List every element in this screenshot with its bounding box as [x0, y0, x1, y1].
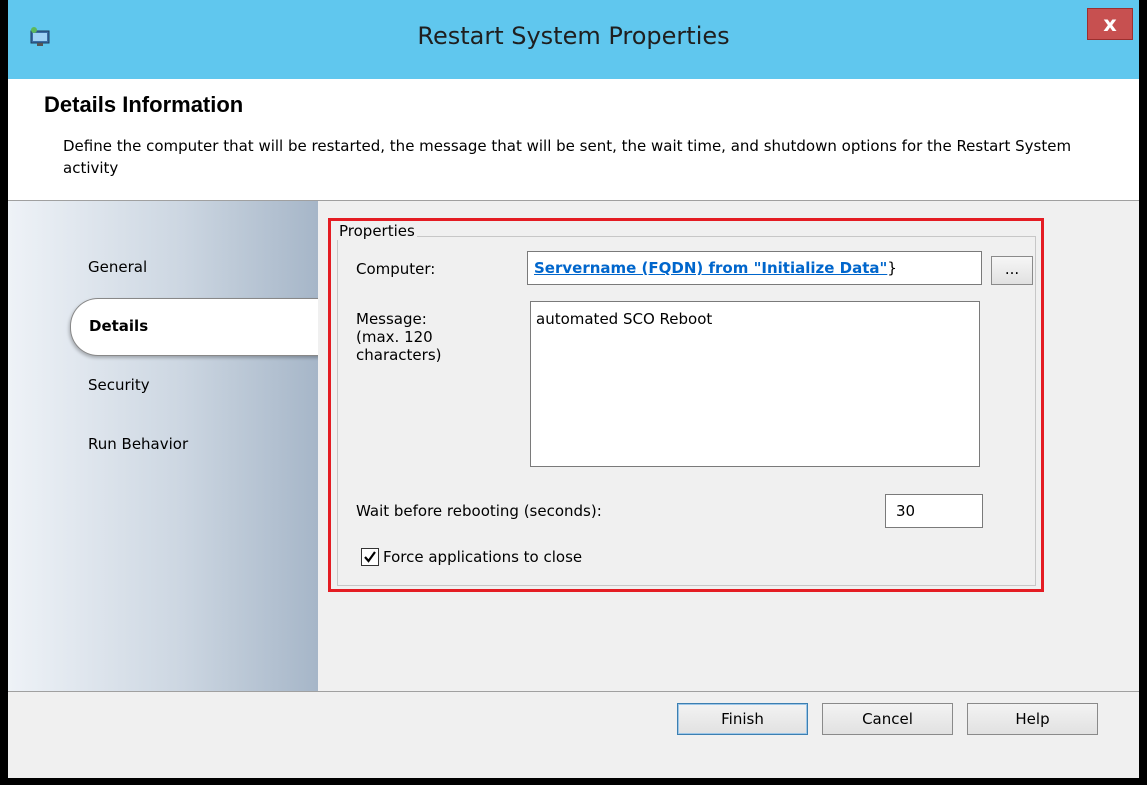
help-button[interactable]: Help: [967, 703, 1098, 735]
cancel-button[interactable]: Cancel: [822, 703, 953, 735]
nav-item-general[interactable]: General: [88, 258, 147, 276]
close-button[interactable]: x: [1087, 8, 1133, 40]
header-area: Details Information Define the computer …: [8, 79, 1139, 201]
window-title: Restart System Properties: [417, 22, 730, 50]
nav-item-security[interactable]: Security: [88, 376, 150, 394]
finish-button[interactable]: Finish: [677, 703, 808, 735]
page-description: Define the computer that will be restart…: [63, 137, 1072, 177]
nav-item-details-label: Details: [89, 317, 149, 335]
page-title: Details Information: [44, 92, 244, 117]
highlight-annotation: [328, 218, 1044, 592]
title-bar[interactable]: Restart System Properties x: [8, 0, 1139, 79]
nav-item-details[interactable]: Details: [70, 298, 322, 356]
nav-item-run-behavior[interactable]: Run Behavior: [88, 435, 188, 453]
navigation-pane: General Details Security Run Behavior: [8, 201, 322, 691]
